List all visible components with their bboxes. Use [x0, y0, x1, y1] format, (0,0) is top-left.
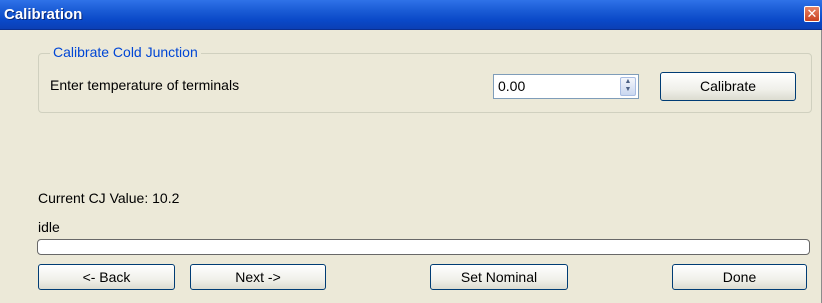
close-button[interactable]: ✕	[804, 6, 820, 22]
calibration-window: Calibration ✕ Calibrate Cold Junction En…	[0, 0, 822, 303]
back-button[interactable]: <- Back	[38, 264, 175, 290]
temperature-value[interactable]: 0.00	[498, 78, 525, 94]
close-icon: ✕	[806, 6, 818, 21]
title-bar[interactable]: Calibration ✕	[0, 0, 822, 30]
window-title: Calibration	[4, 6, 83, 23]
set-nominal-button[interactable]: Set Nominal	[430, 264, 568, 290]
status-text: idle	[38, 219, 60, 235]
progress-bar	[37, 239, 810, 255]
temperature-spin-input[interactable]: 0.00 ▲ ▼	[493, 74, 639, 99]
calibrate-button[interactable]: Calibrate	[660, 72, 796, 101]
group-title: Calibrate Cold Junction	[50, 44, 201, 60]
current-cj-value-label: Current CJ Value: 10.2	[38, 190, 180, 206]
temperature-prompt-label: Enter temperature of terminals	[50, 77, 240, 93]
next-button[interactable]: Next ->	[190, 264, 326, 290]
done-button[interactable]: Done	[672, 264, 807, 290]
up-down-arrows-icon[interactable]: ▲ ▼	[620, 77, 636, 96]
